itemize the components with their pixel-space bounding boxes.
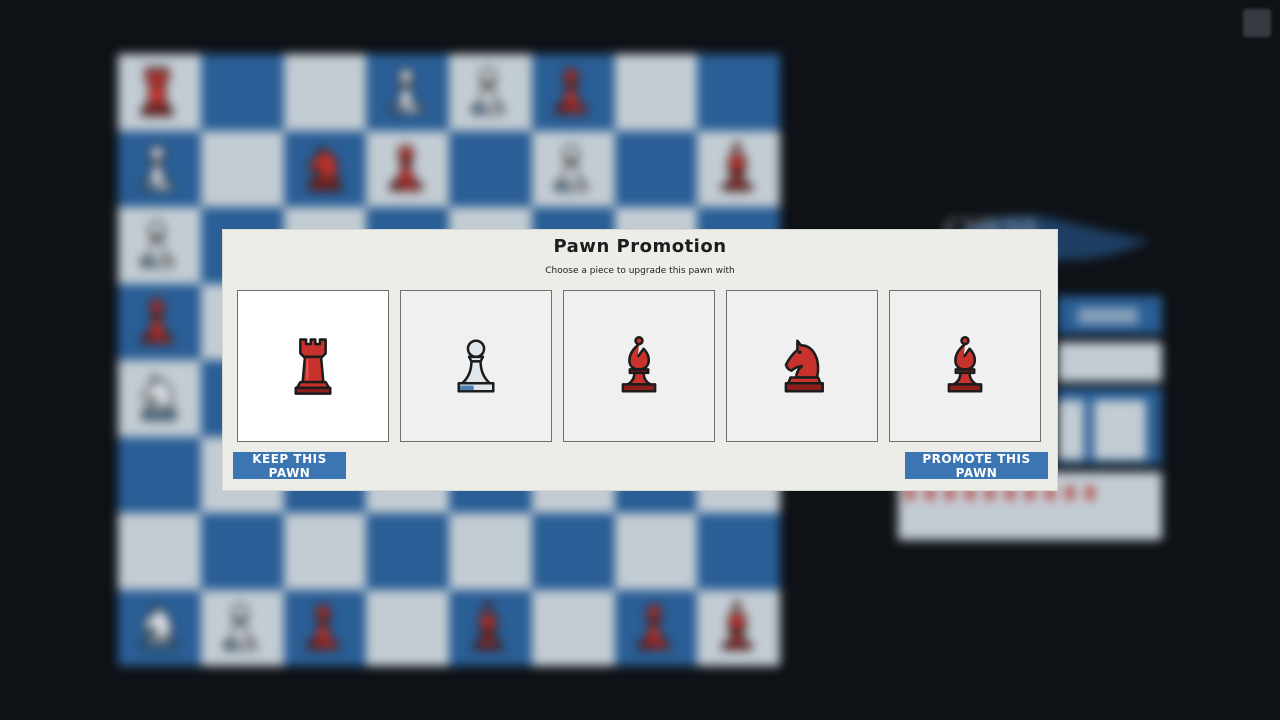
board-square	[118, 283, 201, 360]
board-square	[118, 360, 201, 437]
board-square	[200, 130, 284, 207]
knight-icon	[307, 144, 342, 191]
board-square	[283, 513, 367, 590]
board-square	[614, 513, 698, 590]
board-square	[614, 589, 698, 666]
board-square	[118, 54, 201, 131]
board-square	[614, 54, 698, 131]
pawn-icon	[141, 221, 174, 268]
rook-icon	[294, 338, 332, 395]
board-square	[449, 130, 532, 207]
bishop-icon	[473, 600, 504, 650]
dialog-subtitle: Choose a piece to upgrade this pawn with	[545, 266, 735, 276]
choice-pawn[interactable]	[400, 290, 552, 442]
board-square	[697, 513, 780, 590]
board-square	[118, 436, 201, 513]
board-square	[283, 589, 367, 666]
bishop-icon	[721, 600, 752, 650]
board-square	[531, 130, 615, 207]
choice-bishop-2[interactable]	[889, 290, 1041, 442]
board-square	[118, 589, 201, 666]
board-square	[283, 54, 367, 131]
board-square	[118, 513, 201, 590]
board-square	[697, 54, 780, 131]
pawn-icon	[472, 68, 505, 115]
pawn-icon	[224, 603, 257, 650]
pawn-icon	[457, 339, 495, 393]
pawn-icon	[555, 68, 588, 115]
bishop-icon	[721, 141, 752, 191]
keep-pawn-button[interactable]: KEEP THIS PAWN	[233, 452, 346, 480]
rook-icon	[141, 67, 174, 117]
knight-icon	[142, 603, 177, 650]
board-square	[531, 54, 615, 131]
pawn-icon	[141, 297, 174, 344]
choice-rook[interactable]	[237, 290, 389, 442]
bishop-icon	[621, 335, 657, 393]
board-square	[118, 207, 201, 284]
knight-icon	[784, 339, 824, 393]
board-square	[614, 130, 698, 207]
board-square	[366, 130, 449, 207]
board-square	[531, 513, 615, 590]
board-square	[200, 589, 284, 666]
board-square	[366, 54, 449, 131]
pawn-icon	[637, 603, 670, 650]
pawn-icon	[306, 603, 339, 650]
choice-knight[interactable]	[726, 290, 878, 442]
dialog-title: Pawn Promotion	[553, 236, 727, 257]
choice-bishop[interactable]	[563, 290, 715, 442]
promote-pawn-button[interactable]: PROMOTE THIS PAWN	[905, 452, 1048, 480]
pawn-icon	[389, 68, 422, 115]
pawn-promotion-dialog: Pawn Promotion Choose a piece to upgrade…	[223, 230, 1057, 490]
board-square	[200, 54, 284, 131]
board-square	[449, 54, 532, 131]
board-square	[697, 130, 780, 207]
board-square	[118, 130, 201, 207]
board-square	[366, 513, 449, 590]
board-square	[449, 589, 532, 666]
pawn-icon	[141, 144, 174, 191]
board-square	[200, 513, 284, 590]
pawn-icon	[389, 144, 422, 191]
board-square	[366, 589, 449, 666]
board-square	[697, 589, 780, 666]
knight-icon	[142, 374, 177, 421]
gear-icon[interactable]	[1243, 9, 1271, 37]
pawn-icon	[555, 144, 588, 191]
bishop-icon	[947, 335, 983, 393]
board-square	[449, 513, 532, 590]
board-square	[283, 130, 367, 207]
board-square	[531, 589, 615, 666]
